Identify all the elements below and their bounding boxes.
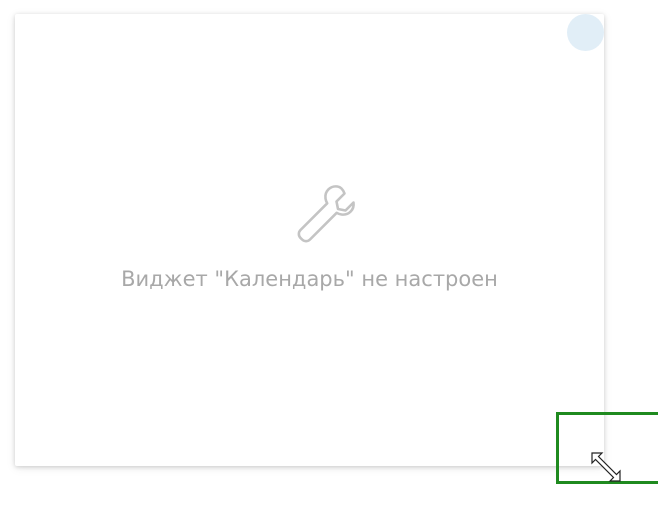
widget-not-configured-message: Виджет "Календарь" не настроен [121, 267, 498, 291]
calendar-widget-card[interactable]: Виджет "Календарь" не настроен [15, 14, 604, 466]
canvas: Виджет "Календарь" не настроен [0, 0, 658, 511]
wrench-icon [297, 185, 355, 243]
diagonal-resize-cursor-icon [591, 452, 621, 482]
status-indicator-dot [567, 14, 604, 51]
